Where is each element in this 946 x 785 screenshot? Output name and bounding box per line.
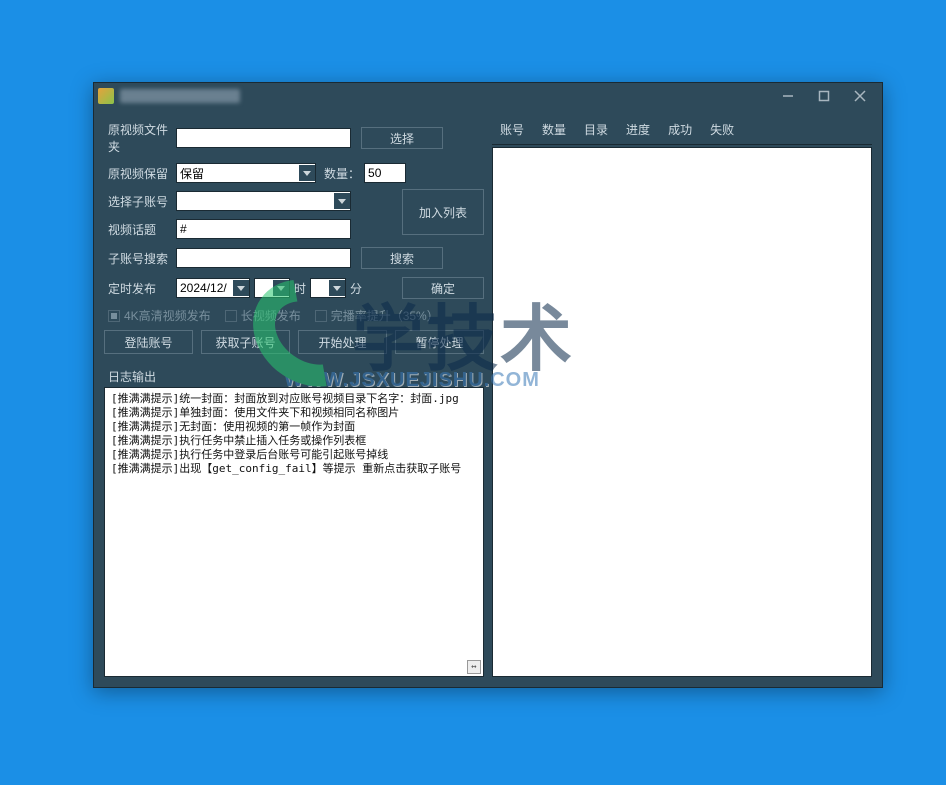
log-label: 日志输出 (104, 364, 484, 387)
col-account[interactable]: 账号 (500, 121, 524, 138)
topic-input[interactable] (176, 219, 351, 239)
close-button[interactable] (842, 85, 878, 107)
keep-combo[interactable]: 保留 (176, 163, 316, 183)
col-dir[interactable]: 目录 (584, 121, 608, 138)
keep-label: 原视频保留 (104, 165, 176, 182)
qty-label: 数量： (324, 165, 360, 182)
chevron-down-icon (329, 280, 345, 296)
col-progress[interactable]: 进度 (626, 121, 650, 138)
search-button[interactable]: 搜索 (361, 247, 443, 269)
subacct-label: 选择子账号 (104, 193, 176, 210)
log-line: [推满满提示]无封面：使用视频的第一帧作为封面 (111, 420, 477, 434)
select-folder-button[interactable]: 选择 (361, 127, 443, 149)
window-controls (770, 85, 878, 107)
chevron-down-icon (233, 280, 249, 296)
log-line: [推满满提示]执行任务中禁止插入任务或操作列表框 (111, 434, 477, 448)
checkbox-icon (225, 310, 237, 322)
login-button[interactable]: 登陆账号 (104, 330, 193, 354)
log-line: [推满满提示]统一封面：封面放到对应账号视频目录下名字：封面.jpg (111, 392, 477, 406)
chk-long[interactable]: 长视频发布 (225, 307, 301, 324)
sched-date-value: 2024/12/ (180, 281, 227, 295)
get-subacct-button[interactable]: 获取子账号 (201, 330, 290, 354)
sched-label: 定时发布 (104, 280, 176, 297)
log-output[interactable]: [推满满提示]统一封面：封面放到对应账号视频目录下名字：封面.jpg[推满满提示… (104, 387, 484, 677)
checkbox-icon (108, 310, 120, 322)
sched-min-combo[interactable] (310, 278, 346, 298)
minimize-button[interactable] (770, 85, 806, 107)
log-line: [推满满提示]执行任务中登录后台账号可能引起账号掉线 (111, 448, 477, 462)
chevron-down-icon (273, 280, 289, 296)
chk-boost[interactable]: 完播率提升（35%） (315, 307, 439, 324)
chk-4k[interactable]: 4K高清视频发布 (108, 307, 211, 324)
topic-label: 视频话题 (104, 221, 176, 238)
folder-input[interactable] (176, 128, 351, 148)
min-label: 分 (350, 280, 362, 297)
folder-label: 原视频文件夹 (104, 121, 176, 155)
search-input[interactable] (176, 248, 351, 268)
app-window: 原视频文件夹 选择 原视频保留 保留 数量： 选择子账号 (93, 82, 883, 688)
add-to-list-button[interactable]: 加入列表 (402, 189, 484, 235)
sched-date-combo[interactable]: 2024/12/ (176, 278, 250, 298)
col-fail[interactable]: 失败 (710, 121, 734, 138)
app-icon (98, 88, 114, 104)
keep-value: 保留 (180, 165, 204, 182)
resize-grip-icon[interactable]: ↔ (467, 660, 481, 674)
subacct-combo[interactable] (176, 191, 351, 211)
log-line: [推满满提示]单独封面：使用文件夹下和视频相同名称图片 (111, 406, 477, 420)
maximize-button[interactable] (806, 85, 842, 107)
table-body[interactable] (492, 147, 872, 677)
titlebar (94, 83, 882, 109)
checkbox-icon (315, 310, 327, 322)
app-title-blurred (120, 89, 240, 103)
log-line: [推满满提示]出现【get_config_fail】等提示 重新点击获取子账号 (111, 462, 477, 476)
chevron-down-icon (334, 193, 350, 209)
confirm-button[interactable]: 确定 (402, 277, 484, 299)
col-success[interactable]: 成功 (668, 121, 692, 138)
sched-hour-combo[interactable] (254, 278, 290, 298)
search-label: 子账号搜索 (104, 250, 176, 267)
pause-button[interactable]: 暂停处理 (395, 330, 484, 354)
col-qty[interactable]: 数量 (542, 121, 566, 138)
hour-label: 时 (294, 280, 306, 297)
start-button[interactable]: 开始处理 (298, 330, 387, 354)
chevron-down-icon (299, 165, 315, 181)
table-header: 账号 数量 目录 进度 成功 失败 (492, 117, 872, 145)
qty-input[interactable] (364, 163, 406, 183)
